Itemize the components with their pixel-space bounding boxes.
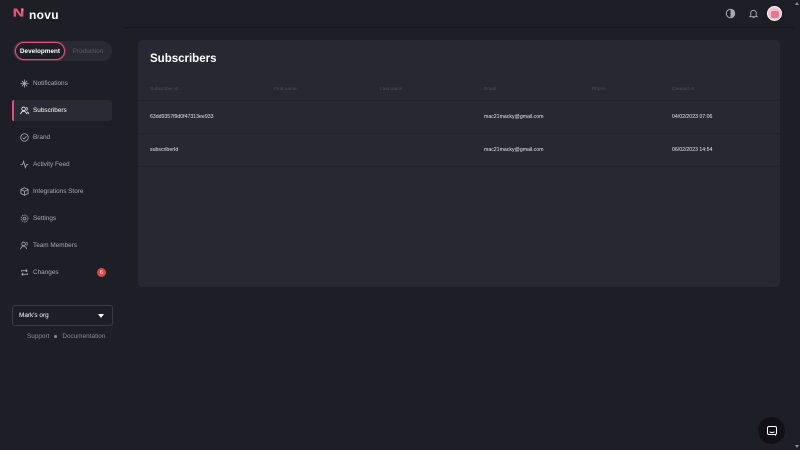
sidebar-item-label: Subscribers [33, 107, 67, 114]
footer-links: Support Documentation [27, 333, 105, 340]
column-header-first-name: First name [274, 87, 297, 92]
env-production-button[interactable]: Production [66, 42, 110, 60]
table-row[interactable]: subscriberId mac21macky@gmail.com 06/02/… [138, 134, 780, 167]
brand-name: novu [29, 8, 59, 22]
sidebar: Development Production Notifications Sub… [0, 27, 125, 450]
bolt-icon [20, 79, 29, 88]
changes-count-badge: 6 [97, 268, 106, 277]
cell-created-at: 06/02/2023 14:54 [672, 147, 713, 153]
column-header-subscriber-id: Subscriber Id [150, 87, 179, 92]
sidebar-item-label: Brand [33, 134, 51, 141]
sidebar-item-label: Activity Feed [33, 161, 70, 168]
organization-select[interactable]: Mark's org [12, 305, 113, 326]
sidebar-item-integrations-store[interactable]: Integrations Store [12, 181, 112, 202]
chat-launcher-button[interactable] [758, 417, 785, 444]
page-scrollbar[interactable] [794, 0, 800, 450]
page-title: Subscribers [150, 53, 217, 65]
sidebar-item-label: Integrations Store [33, 188, 84, 195]
sidebar-item-label: Settings [33, 215, 57, 222]
novu-logo-icon [12, 6, 25, 24]
gear-icon [20, 214, 29, 223]
scroll-up-arrow[interactable] [795, 2, 799, 5]
cell-email: mac21macky@gmail.com [484, 147, 544, 153]
bell-icon[interactable] [748, 8, 759, 19]
avatar[interactable] [767, 6, 782, 21]
column-header-created-at: Created At [672, 87, 695, 92]
cell-subscriber-id: subscriberId [150, 147, 179, 153]
novu-logo[interactable]: novu [12, 6, 59, 24]
column-header-email: Email [484, 87, 496, 92]
documentation-link[interactable]: Documentation [62, 333, 105, 340]
sidebar-item-activity-feed[interactable]: Activity Feed [12, 154, 112, 175]
separator-dot [54, 335, 58, 338]
users-icon [20, 106, 29, 115]
theme-toggle-icon[interactable] [725, 8, 736, 19]
sidebar-item-notifications[interactable]: Notifications [12, 73, 112, 94]
cell-created-at: 04/02/2023 07:06 [672, 114, 713, 120]
scroll-down-arrow[interactable] [795, 445, 799, 448]
repeat-icon [20, 268, 29, 277]
box-icon [20, 187, 29, 196]
org-name: Mark's org [19, 312, 49, 319]
cell-subscriber-id: 63dd9357f9d0f47313ee933 [150, 114, 214, 120]
cell-email: mac21macky@gmail.com [484, 114, 544, 120]
sidebar-item-team-members[interactable]: Team Members [12, 235, 112, 256]
chevron-down-icon [98, 313, 104, 318]
env-development-button[interactable]: Development [15, 42, 65, 60]
sidebar-item-label: Team Members [33, 242, 78, 249]
sidebar-item-label: Changes [33, 269, 59, 276]
environment-toggle: Development Production [13, 41, 112, 61]
sidebar-item-brand[interactable]: Brand [12, 127, 112, 148]
sidebar-item-label: Notifications [33, 80, 68, 87]
check-circle-icon [20, 133, 29, 142]
team-icon [20, 241, 29, 250]
subscribers-card: Subscribers Subscriber Id First name Las… [138, 40, 780, 287]
table-row[interactable]: 63dd9357f9d0f47313ee933 mac21macky@gmail… [138, 101, 780, 134]
top-header: novu [0, 0, 800, 27]
avatar-image [771, 11, 779, 18]
sidebar-item-settings[interactable]: Settings [12, 208, 112, 229]
support-link[interactable]: Support [27, 333, 49, 340]
chat-icon [766, 425, 778, 437]
activity-icon [20, 160, 29, 169]
sidebar-item-subscribers[interactable]: Subscribers [12, 100, 112, 121]
table-header: Subscriber Id First name Last name Email… [138, 87, 780, 97]
column-header-last-name: Last name [380, 87, 403, 92]
column-header-phone: Phone [592, 87, 606, 92]
sidebar-item-changes[interactable]: Changes 6 [12, 262, 112, 283]
